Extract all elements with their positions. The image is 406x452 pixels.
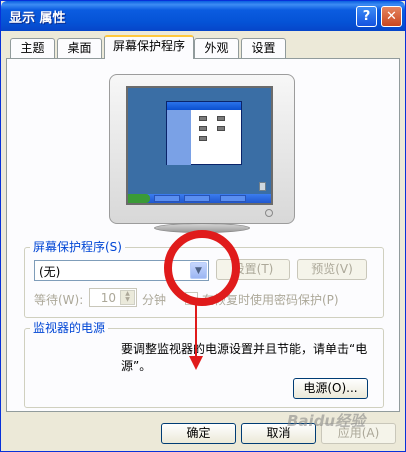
wait-minutes-spinner[interactable]: 10 ▲ ▼ — [89, 288, 137, 307]
window-title: 显示 属性 — [9, 11, 66, 26]
annotation-arrow-line — [195, 301, 197, 361]
preview-screen — [126, 86, 273, 205]
wait-label: 等待(W): — [34, 293, 84, 307]
wait-minutes-value: 10 — [100, 291, 116, 305]
monitor-power-description: 要调整监视器的电源设置并且节能，请单击“电源”。 — [121, 342, 368, 373]
minutes-label: 分钟 — [142, 293, 167, 307]
baidu-watermark: Baidu经验 — [287, 412, 366, 430]
close-button[interactable]: ✕ — [381, 6, 402, 27]
screensaver-select-value: (无) — [39, 265, 61, 279]
preview-window-icon — [166, 101, 242, 165]
annotation-circle — [164, 230, 240, 306]
screensaver-preview-button[interactable]: 预览(V) — [297, 259, 367, 280]
tab-desktop[interactable]: 桌面 — [57, 38, 102, 58]
tab-themes[interactable]: 主题 — [10, 38, 55, 58]
power-button[interactable]: 电源(O)... — [293, 378, 368, 399]
title-bar[interactable]: 显示 属性 ? ✕ — [1, 1, 405, 31]
recycle-bin-icon — [259, 182, 266, 191]
ok-button[interactable]: 确定 — [161, 423, 236, 444]
display-properties-window: 显示 属性 ? ✕ 主题 桌面 屏幕保护程序 外观 设置 屏幕保护程序(S) (… — [0, 0, 406, 452]
annotation-arrow-head-icon — [189, 356, 203, 370]
tab-settings[interactable]: 设置 — [241, 38, 286, 58]
spinner-arrows-icon[interactable]: ▲ ▼ — [120, 290, 135, 305]
help-button[interactable]: ? — [356, 6, 377, 27]
monitor-preview — [109, 74, 295, 224]
monitor-power-group-label: 监视器的电源 — [30, 321, 109, 335]
power-led-icon — [265, 209, 273, 217]
tab-screensaver[interactable]: 屏幕保护程序 — [104, 35, 194, 59]
screensaver-group-label: 屏幕保护程序(S) — [30, 240, 125, 254]
preview-taskbar — [128, 194, 271, 203]
tab-appearance[interactable]: 外观 — [194, 38, 239, 58]
